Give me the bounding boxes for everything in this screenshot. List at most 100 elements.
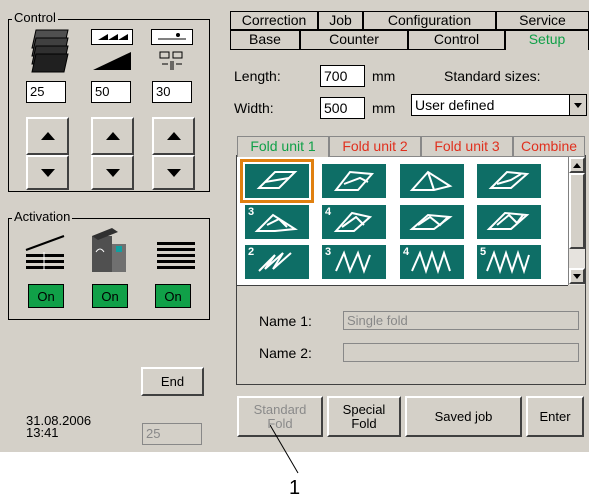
saved-job-button[interactable]: Saved job [405,396,522,437]
fold-tab-1[interactable]: Fold unit 1 [237,136,329,158]
folder-on-button[interactable]: On [92,284,128,308]
feeder-on-button[interactable]: On [28,284,64,308]
name2-label: Name 2: [259,345,312,361]
fold-tab-combine[interactable]: Combine [513,136,585,157]
time-label: 13:41 [26,425,59,440]
activation-group-title: Activation [12,209,73,224]
fold-pattern-icon [256,171,298,189]
arrow-down-icon [40,168,55,177]
tab-control[interactable]: Control [408,30,505,50]
fold-tab-3[interactable]: Fold unit 3 [421,136,513,157]
fold-count-badge: 4 [325,206,332,218]
paper-stack-icon [31,29,69,73]
width-unit: mm [372,100,396,116]
fold-type-tile[interactable]: 3 [245,205,309,239]
callout-leader-line [270,425,299,474]
fold-tab-2[interactable]: Fold unit 2 [329,136,421,157]
fold-pattern-icon [486,249,530,275]
fold-count-badge: 3 [325,246,332,258]
speed-down-button[interactable] [91,155,134,190]
enter-button[interactable]: Enter [526,396,584,437]
tab-setup[interactable]: Setup [505,30,589,50]
tab-job[interactable]: Job [318,11,363,30]
fold-type-tile[interactable]: 2 [245,245,309,279]
fold-grid-scrollbar[interactable] [568,157,585,285]
counter-field: 25 [142,423,202,445]
arrow-up-icon [166,132,181,140]
tab-correction[interactable]: Correction [230,11,318,30]
standard-fold-line1: Standard [253,401,307,417]
arrow-up-icon [40,132,55,140]
tab-counter[interactable]: Counter [300,30,408,50]
fold-pattern-icon [258,252,292,272]
gap-down-button[interactable] [152,155,195,190]
width-label: Width: [234,100,274,116]
delivery-stack-icon [157,242,195,269]
name1-input[interactable]: Single fold [343,311,579,330]
end-button[interactable]: End [141,367,204,396]
scroll-up-icon [573,162,581,168]
length-unit: mm [372,68,396,84]
fold-count-badge: 2 [248,246,255,258]
fold-pattern-icon [488,170,530,189]
paper-down-button[interactable] [26,155,69,190]
gap-marker-icon [151,29,193,45]
fold-count-badge: 3 [248,206,255,218]
standard-sizes-label: Standard sizes: [444,68,541,84]
special-fold-button[interactable]: Special Fold [327,396,401,437]
fold-type-tile[interactable]: 4 [400,245,464,279]
arrow-down-icon [105,168,120,177]
arrow-up-icon [105,132,120,140]
fold-type-tile[interactable]: 4 [322,205,386,239]
fold-pattern-icon [486,211,530,230]
scroll-thumb[interactable] [569,173,585,249]
width-input[interactable]: 500 [320,97,365,119]
fold-type-tile[interactable] [400,205,464,239]
fold-type-tile[interactable] [477,205,541,239]
fold-pattern-icon [411,249,451,275]
fold-pattern-icon [333,211,373,232]
dropdown-arrow-button[interactable] [569,95,586,115]
fold-pattern-icon [333,170,375,191]
name1-label: Name 1: [259,313,312,329]
delivery-on-button[interactable]: On [155,284,191,308]
fold-pattern-icon [409,213,453,230]
speed-ramp-icon [93,52,131,70]
arrow-down-icon [166,168,181,177]
scroll-down-icon [573,273,581,279]
special-fold-line2: Fold [351,415,377,431]
fold-pattern-icon [335,250,371,274]
length-input[interactable]: 700 [320,65,365,87]
gap-distance-icon [159,51,183,70]
paper-value-field[interactable]: 25 [26,81,66,103]
callout-number: 1 [289,477,301,499]
gap-value-field[interactable]: 30 [152,81,192,103]
name2-input[interactable] [343,343,579,362]
scroll-down-button[interactable] [569,268,585,284]
speed-value-field[interactable]: 50 [91,81,131,103]
tab-service[interactable]: Service [496,11,589,30]
feeder-icon [25,235,65,270]
fold-type-tile[interactable] [322,164,386,198]
control-panel: Control 25 50 30 Activation On On On End… [0,0,589,452]
speed-up-button[interactable] [91,117,134,155]
fold-pattern-icon [409,170,453,191]
fold-type-tile[interactable] [477,164,541,198]
tab-base[interactable]: Base [230,30,300,50]
standard-sizes-value: User defined [415,97,495,113]
chevron-down-icon [574,102,582,108]
fold-type-tile[interactable]: 3 [322,245,386,279]
fold-pattern-icon [254,213,298,232]
speed-marker-icon [91,29,133,45]
fold-count-badge: 5 [480,246,487,258]
length-label: Length: [234,68,281,84]
fold-count-badge: 4 [403,246,410,258]
fold-type-tile[interactable] [240,159,314,203]
fold-type-tile[interactable]: 5 [477,245,541,279]
gap-up-button[interactable] [152,117,195,155]
paper-up-button[interactable] [26,117,69,155]
standard-sizes-select[interactable]: User defined [411,94,587,116]
scroll-up-button[interactable] [569,157,585,173]
tab-configuration[interactable]: Configuration [363,11,496,30]
fold-type-tile[interactable] [400,164,464,198]
